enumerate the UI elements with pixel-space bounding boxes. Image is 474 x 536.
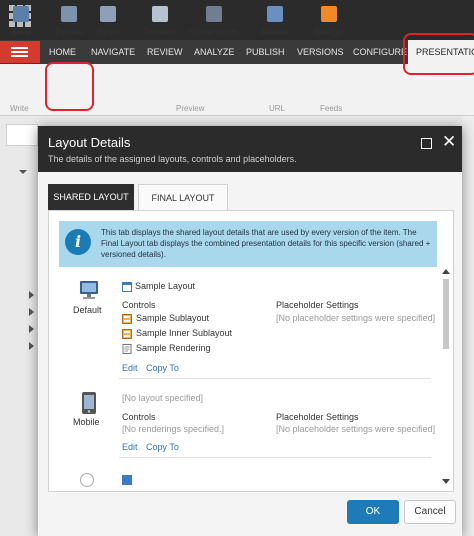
sublayout-icon	[122, 314, 132, 324]
device-name-mobile: Mobile	[73, 417, 100, 427]
tree-search-input[interactable]	[6, 124, 38, 146]
control-item[interactable]: Sample Rendering	[136, 343, 211, 353]
next-device-icon	[80, 473, 94, 487]
group-label-preview: Preview	[176, 104, 205, 113]
tab-publish[interactable]: PUBLISH	[238, 40, 293, 64]
edit-link-mobile[interactable]: Edit	[122, 442, 138, 452]
edit-link-default[interactable]: Edit	[122, 363, 138, 373]
scroll-thumb[interactable]	[443, 279, 449, 349]
device-divider	[119, 457, 431, 458]
dialog-footer: OK Cancel	[38, 492, 462, 536]
tree-collapse-icon[interactable]	[29, 291, 34, 299]
tree-collapse-icon[interactable]	[29, 308, 34, 316]
info-banner: i This tab displays the shared layout de…	[59, 221, 437, 267]
control-item[interactable]: Sample Sublayout	[136, 313, 209, 323]
dialog-header: Layout Details The details of the assign…	[38, 126, 462, 172]
tab-shared-layout[interactable]: SHARED LAYOUT	[48, 184, 134, 210]
shared-layout-panel: i This tab displays the shared layout de…	[48, 210, 454, 492]
save-button[interactable]: Save	[8, 6, 34, 37]
copy-to-link-mobile[interactable]: Copy To	[146, 442, 179, 452]
desktop-monitor-icon	[80, 281, 98, 299]
layout-name-default: Sample Layout	[135, 281, 196, 291]
placeholder-settings-label-default: Placeholder Settings	[276, 300, 359, 310]
dialog-subtitle: The details of the assigned layouts, con…	[48, 154, 297, 164]
group-label-feeds: Feeds	[320, 104, 343, 113]
content-editor-edge	[462, 116, 474, 536]
placeholder-settings-label-mobile: Placeholder Settings	[276, 412, 359, 422]
controls-label-default: Controls	[122, 300, 156, 310]
save-icon	[13, 6, 29, 22]
device-divider	[119, 378, 431, 379]
details-highlight	[45, 62, 94, 111]
controls-label-mobile: Controls	[122, 412, 156, 422]
cancel-button[interactable]: Cancel	[404, 500, 456, 524]
copy-to-link-default[interactable]: Copy To	[146, 363, 179, 373]
control-item[interactable]: Sample Inner Sublayout	[136, 328, 232, 338]
rss-feed-icon	[321, 6, 337, 22]
tree-expand-icon[interactable]	[19, 170, 27, 174]
dialog-title: Layout Details	[48, 135, 131, 150]
layout-details-dialog: Layout Details The details of the assign…	[38, 126, 462, 536]
ok-button[interactable]: OK	[347, 500, 399, 524]
sublayout-icon	[122, 329, 132, 339]
maximize-icon[interactable]	[421, 138, 432, 149]
tab-navigate[interactable]: NAVIGATE	[83, 40, 143, 64]
tree-collapse-icon[interactable]	[29, 325, 34, 333]
reset-button[interactable]: Reset	[94, 6, 122, 37]
tab-final-layout[interactable]: FINAL LAYOUT	[138, 184, 228, 210]
aliases-button[interactable]: Aliases	[260, 6, 290, 37]
preview-button[interactable]: Preview	[143, 6, 177, 37]
controls-value-mobile: [No renderings specified.]	[122, 424, 225, 434]
aliases-icon	[267, 6, 283, 22]
tab-analyze[interactable]: ANALYZE	[186, 40, 242, 64]
reset-icon	[100, 6, 116, 22]
layout-icon	[122, 475, 132, 485]
placeholder-settings-value-mobile: [No placeholder settings were specified]	[276, 424, 436, 434]
scroll-down-icon[interactable]	[442, 479, 450, 484]
layout-name-mobile: [No layout specified]	[122, 393, 204, 403]
group-label-url: URL	[269, 104, 286, 113]
mobile-phone-icon	[82, 392, 96, 414]
tab-versions[interactable]: VERSIONS	[289, 40, 352, 64]
design-button[interactable]: Design	[314, 6, 344, 37]
screenshots-button[interactable]: Screenshots	[189, 6, 239, 37]
rendering-icon	[122, 344, 132, 354]
tree-collapse-icon[interactable]	[29, 342, 34, 350]
details-button[interactable]: Details	[53, 6, 85, 37]
camera-icon	[206, 6, 222, 22]
close-icon[interactable]: ✕	[442, 132, 456, 152]
scroll-up-icon[interactable]	[442, 269, 450, 274]
hamburger-menu-icon[interactable]	[0, 41, 40, 63]
preview-icon	[152, 6, 168, 22]
presentation-highlight	[403, 33, 474, 75]
placeholder-settings-value-default: [No placeholder settings were specified]	[276, 313, 436, 323]
info-text: This tab displays the shared layout deta…	[101, 228, 431, 259]
device-name-default: Default	[73, 305, 102, 315]
panel-scrollbar[interactable]	[441, 267, 451, 489]
group-label-write: Write	[10, 104, 29, 113]
layout-icon	[122, 282, 132, 292]
info-icon: i	[65, 229, 91, 255]
tab-home[interactable]: HOME	[41, 40, 84, 64]
details-icon	[61, 6, 77, 22]
tab-review[interactable]: REVIEW	[139, 40, 191, 64]
